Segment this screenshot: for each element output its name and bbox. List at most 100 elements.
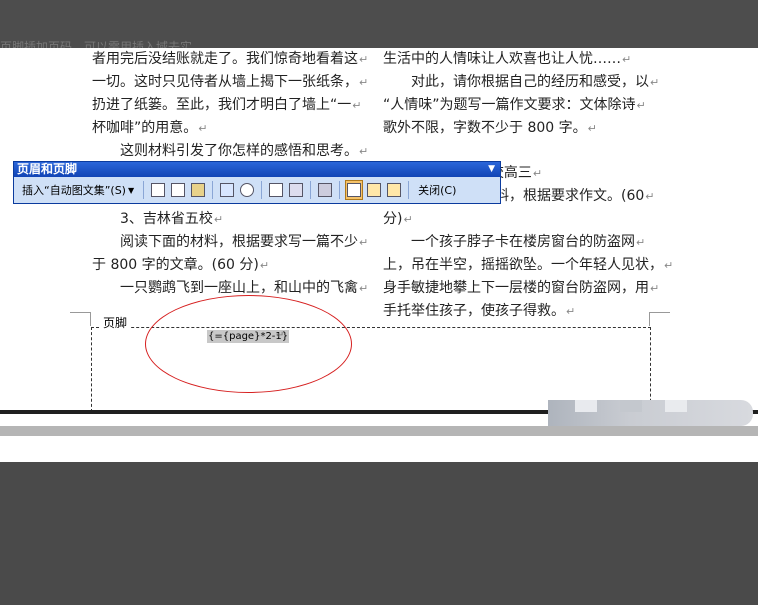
insert-time-button[interactable] xyxy=(238,180,256,200)
text-line-content: 上，吊在半空，摇摇欲坠。一个年轻人见状， xyxy=(383,257,663,273)
crop-mark-left-v xyxy=(90,312,91,326)
same-as-previous-icon xyxy=(318,183,333,197)
insert-page-number-button[interactable] xyxy=(149,180,167,200)
text-line-content: 生活中的人情味让人欢喜也让人忧…… xyxy=(383,51,621,67)
text-line: 上，吊在半空，摇摇欲坠。一个年轻人见状，↵ xyxy=(383,254,673,277)
paragraph-mark: ↵ xyxy=(587,122,597,135)
header-footer-toolbar[interactable]: 页眉和页脚 ▼ 插入“自动图文集”(S) ▼ 关闭(C) xyxy=(13,161,501,204)
next-page-top xyxy=(0,436,758,462)
text-line: 扔进了纸篓。至此，我们才明白了墙上“一↵ xyxy=(92,94,367,117)
show-hide-document-text-button[interactable] xyxy=(287,180,305,200)
toolbar-separator xyxy=(143,181,145,199)
blur-cell xyxy=(575,400,597,412)
insert-time-icon xyxy=(240,183,255,197)
text-line: “人情味”为题写一篇作文要求：文体除诗↵ xyxy=(383,94,663,117)
show-next-button[interactable] xyxy=(385,180,403,200)
paragraph-mark: ↵ xyxy=(403,213,413,226)
paragraph-mark: ↵ xyxy=(359,145,369,158)
text-line-content: 这则材料引发了你怎样的感悟和思考。 xyxy=(92,143,358,159)
toolbar-separator xyxy=(212,181,214,199)
paragraph-mark: ↵ xyxy=(259,259,270,272)
insert-date-button[interactable] xyxy=(218,180,236,200)
text-line: 阅读下面的材料，根据要求写一篇不少↵ xyxy=(92,231,369,254)
blur-cell xyxy=(665,400,687,412)
toolbar-title-bar[interactable]: 页眉和页脚 ▼ xyxy=(14,162,500,177)
text-line: 身手敏捷地攀上下一层楼的窗台防盗网，用↵ xyxy=(383,277,663,300)
text-line-content: 者用完后没结账就走了。我们惊奇地看着这 xyxy=(92,51,358,67)
page-setup-button[interactable] xyxy=(267,180,285,200)
status-band xyxy=(0,426,758,436)
toolbar-separator xyxy=(339,181,341,199)
toolbar-row: 插入“自动图文集”(S) ▼ 关闭(C) xyxy=(14,177,500,203)
text-line: 一个孩子脖子卡在楼房窗台的防盗网↵ xyxy=(383,231,663,254)
paragraph-mark: ↵ xyxy=(636,236,646,249)
show-next-icon xyxy=(387,183,402,197)
text-line-content: 扔进了纸篓。至此，我们才明白了墙上“一 xyxy=(92,97,352,113)
paragraph-mark: ↵ xyxy=(198,122,208,135)
paragraph-mark: ↵ xyxy=(650,282,660,295)
text-line: 生活中的人情味让人欢喜也让人忧……↵ xyxy=(383,48,663,71)
crop-mark-left xyxy=(70,312,90,323)
blur-cell xyxy=(620,400,642,412)
paragraph-mark: ↵ xyxy=(532,167,543,180)
text-line: 歌外不限，字数不少于 800 字。↵ xyxy=(383,117,663,140)
text-line: 分)↵ xyxy=(383,208,663,231)
text-line: 对此，请你根据自己的经历和感受，以↵ xyxy=(383,71,663,94)
format-page-number-button[interactable] xyxy=(189,180,207,200)
insert-page-count-icon xyxy=(171,183,186,197)
paragraph-mark: ↵ xyxy=(622,53,632,66)
text-line: 杯咖啡”的用意。↵ xyxy=(92,117,367,140)
toolbar-title: 页眉和页脚 xyxy=(17,162,78,176)
paragraph-mark: ↵ xyxy=(359,76,369,89)
text-line-content: 阅读下面的材料，根据要求写一篇不少 xyxy=(92,234,358,250)
text-line: 一切。这时只见侍者从墙上揭下一张纸条，↵ xyxy=(92,71,369,94)
annotation-ellipse xyxy=(145,295,352,393)
text-line-content: 一只鹦鹉飞到一座山上，和山中的飞禽 xyxy=(92,280,358,296)
paragraph-mark: ↵ xyxy=(359,236,369,249)
paragraph-mark: ↵ xyxy=(650,76,660,89)
paragraph-mark: ↵ xyxy=(359,53,369,66)
format-page-number-icon xyxy=(191,183,206,197)
insert-date-icon xyxy=(220,183,235,197)
paragraph-mark: ↵ xyxy=(636,99,646,112)
text-line-content: 于 800 字的文章。(60 分) xyxy=(92,257,259,273)
paragraph-mark: ↵ xyxy=(213,213,224,226)
close-label: 关闭(C) xyxy=(418,184,457,197)
text-line: 于 800 字的文章。(60 分)↵ xyxy=(92,254,367,277)
switch-header-footer-icon xyxy=(347,183,362,197)
insert-autotext-label: 插入“自动图文集”(S) xyxy=(22,184,126,197)
paragraph-mark: ↵ xyxy=(566,305,576,318)
same-as-previous-button[interactable] xyxy=(316,180,334,200)
insert-page-number-icon xyxy=(151,183,166,197)
toolbar-options-icon[interactable]: ▼ xyxy=(488,162,495,177)
paragraph-mark: ↵ xyxy=(352,99,362,112)
show-previous-icon xyxy=(367,183,382,197)
paragraph-mark: ↵ xyxy=(645,190,655,203)
text-line-content: 手托举住孩子，使孩子得救。 xyxy=(383,303,565,319)
page-setup-icon xyxy=(269,183,284,197)
bottom-gray-area xyxy=(0,462,758,605)
chevron-down-icon: ▼ xyxy=(127,185,135,195)
document-page[interactable]: 者用完后没结账就走了。我们惊奇地看着这↵ 一切。这时只见侍者从墙上揭下一张纸条，↵… xyxy=(0,48,758,410)
show-hide-document-text-icon xyxy=(289,183,304,197)
toolbar-separator xyxy=(408,181,410,199)
close-toolbar-button[interactable]: 关闭(C) xyxy=(414,180,460,200)
text-line-content: 杯咖啡”的用意。 xyxy=(92,120,198,136)
switch-header-footer-button[interactable] xyxy=(345,180,364,200)
text-line-content: 一切。这时只见侍者从墙上揭下一张纸条， xyxy=(92,74,358,90)
text-line: 者用完后没结账就走了。我们惊奇地看着这↵ xyxy=(92,48,369,71)
paragraph-mark: ↵ xyxy=(359,282,369,295)
text-line-content: 身手敏捷地攀上下一层楼的窗台防盗网，用 xyxy=(383,280,649,296)
text-line-content: 对此，请你根据自己的经历和感受，以 xyxy=(383,74,649,90)
text-line-content: 一个孩子脖子卡在楼房窗台的防盗网 xyxy=(383,234,635,250)
insert-autotext-button[interactable]: 插入“自动图文集”(S) ▼ xyxy=(18,180,138,200)
text-line xyxy=(383,140,663,162)
text-line-content: 3、吉林省五校 xyxy=(92,211,213,227)
text-line-content: 分) xyxy=(383,211,403,227)
toolbar-separator xyxy=(310,181,312,199)
insert-page-count-button[interactable] xyxy=(169,180,187,200)
text-line-content: “人情味”为题写一篇作文要求：文体除诗 xyxy=(383,97,636,113)
text-line: 3、吉林省五校↵ xyxy=(92,208,367,231)
show-previous-button[interactable] xyxy=(365,180,383,200)
text-line: 这则材料引发了你怎样的感悟和思考。↵ xyxy=(92,140,369,163)
